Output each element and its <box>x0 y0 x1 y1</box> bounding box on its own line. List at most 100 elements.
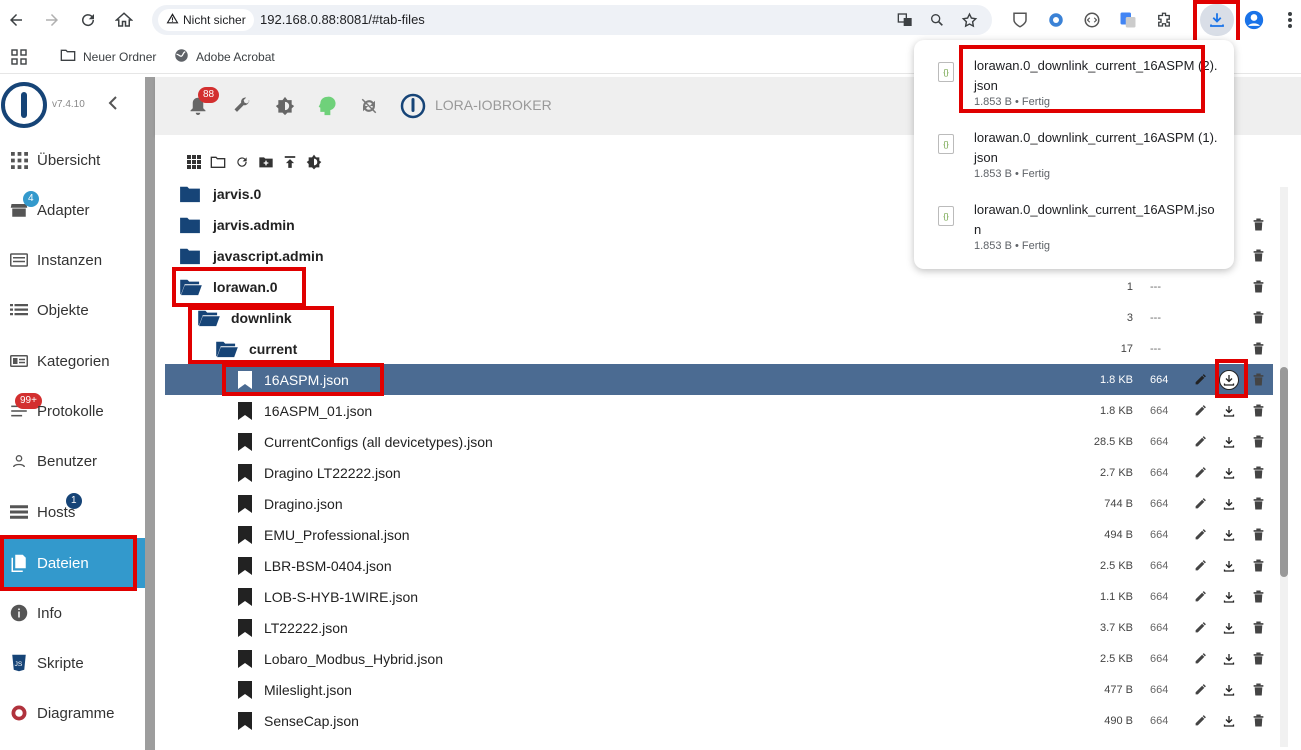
download-item[interactable]: {} lorawan.0_downlink_current_16ASPM (2)… <box>914 42 1234 114</box>
delete-icon[interactable] <box>1248 246 1268 266</box>
delete-icon[interactable] <box>1248 680 1268 700</box>
download-icon[interactable] <box>1219 587 1239 607</box>
file-row[interactable]: 16ASPM_01.json 1.8 KB 664 <box>165 395 1273 426</box>
file-row[interactable]: EMU_Professional.json 494 B 664 <box>165 519 1273 550</box>
download-item[interactable]: {} lorawan.0_downlink_current_16ASPM.jso… <box>914 186 1234 258</box>
sidebar-item-protokolle[interactable]: 99+ Protokolle <box>0 386 145 436</box>
edit-icon[interactable] <box>1190 618 1210 638</box>
sidebar-item-benutzer[interactable]: Benutzer <box>0 436 145 486</box>
file-row[interactable]: LOB-S-HYB-1WIRE.json 1.1 KB 664 <box>165 581 1273 612</box>
edit-icon[interactable] <box>1190 680 1210 700</box>
download-icon[interactable] <box>1219 494 1239 514</box>
edit-icon[interactable] <box>1190 556 1210 576</box>
edit-icon[interactable] <box>1190 525 1210 545</box>
delete-icon[interactable] <box>1248 401 1268 421</box>
back-icon[interactable] <box>4 8 28 32</box>
download-icon[interactable] <box>1219 618 1239 638</box>
zoom-icon[interactable] <box>928 11 946 29</box>
file-row[interactable]: Lobaro_Modbus_Hybrid.json 2.5 KB 664 <box>165 643 1273 674</box>
background-toggle-icon[interactable] <box>305 153 323 171</box>
google-translate-icon[interactable] <box>1117 9 1139 31</box>
sidebar-item-uebersicht[interactable]: Übersicht <box>0 135 145 185</box>
edit-icon[interactable] <box>1190 711 1210 731</box>
address-bar[interactable]: Nicht sicher 192.168.0.88:8081/#tab-file… <box>152 5 992 35</box>
delete-icon[interactable] <box>1248 215 1268 235</box>
download-icon[interactable] <box>1219 463 1239 483</box>
scrollbar-thumb[interactable] <box>1280 367 1288 577</box>
translate-icon[interactable] <box>896 11 914 29</box>
download-icon[interactable] <box>1219 556 1239 576</box>
sidebar-divider[interactable] <box>145 77 155 750</box>
download-icon[interactable] <box>1219 432 1239 452</box>
browser-menu-icon[interactable] <box>1279 9 1301 31</box>
delete-icon[interactable] <box>1248 556 1268 576</box>
delete-icon[interactable] <box>1248 277 1268 297</box>
delete-icon[interactable] <box>1248 432 1268 452</box>
security-chip[interactable]: Nicht sicher <box>158 9 254 31</box>
extensions-puzzle-icon[interactable] <box>1153 9 1175 31</box>
sidebar-item-diagramme[interactable]: Diagramme <box>0 688 145 738</box>
file-row[interactable]: CurrentConfigs (all devicetypes).json 28.… <box>165 426 1273 457</box>
sidebar-item-hosts[interactable]: 1 Hosts <box>0 487 145 537</box>
add-folder-icon[interactable] <box>257 153 275 171</box>
refresh-icon[interactable] <box>233 153 251 171</box>
sidebar-item-instanzen[interactable]: Instanzen <box>0 235 145 285</box>
delete-icon[interactable] <box>1248 649 1268 669</box>
restart-icon[interactable] <box>358 95 380 117</box>
sidebar-item-adapter[interactable]: 4 Adapter <box>0 185 145 235</box>
apps-grid-icon[interactable] <box>11 49 27 70</box>
folder-row[interactable]: downlink 3 --- <box>165 302 1273 333</box>
edit-icon[interactable] <box>1190 370 1210 390</box>
delete-icon[interactable] <box>1248 711 1268 731</box>
profile-avatar-icon[interactable] <box>1243 9 1265 31</box>
folder-row[interactable]: current 17 --- <box>165 333 1273 364</box>
delete-icon[interactable] <box>1248 370 1268 390</box>
edit-icon[interactable] <box>1190 463 1210 483</box>
wrench-icon[interactable] <box>231 95 253 117</box>
sidebar-item-info[interactable]: Info <box>0 588 145 638</box>
theme-icon[interactable] <box>274 95 296 117</box>
download-icon[interactable] <box>1219 401 1239 421</box>
delete-icon[interactable] <box>1248 587 1268 607</box>
file-row[interactable]: 16ASPM.json 1.8 KB 664 <box>165 364 1273 395</box>
sidebar-item-objekte[interactable]: Objekte <box>0 285 145 335</box>
reload-icon[interactable] <box>76 8 100 32</box>
bitwarden-icon[interactable] <box>1009 9 1031 31</box>
download-icon[interactable] <box>1219 649 1239 669</box>
downloads-icon[interactable] <box>1200 4 1234 36</box>
sidebar-item-dateien[interactable]: Dateien <box>0 538 145 588</box>
extension-code-icon[interactable] <box>1081 9 1103 31</box>
home-icon[interactable] <box>112 8 136 32</box>
delete-icon[interactable] <box>1248 494 1268 514</box>
edit-icon[interactable] <box>1190 432 1210 452</box>
upload-icon[interactable] <box>281 153 299 171</box>
file-row[interactable]: LBR-BSM-0404.json 2.5 KB 664 <box>165 550 1273 581</box>
delete-icon[interactable] <box>1248 308 1268 328</box>
delete-icon[interactable] <box>1248 618 1268 638</box>
extension-blue-icon[interactable] <box>1045 9 1067 31</box>
bookmark-new-folder[interactable]: Neuer Ordner <box>60 48 156 65</box>
folder-view-icon[interactable] <box>209 153 227 171</box>
bookmark-star-icon[interactable] <box>960 11 978 29</box>
edit-icon[interactable] <box>1190 401 1210 421</box>
collapse-sidebar-icon[interactable] <box>107 96 119 115</box>
delete-icon[interactable] <box>1248 339 1268 359</box>
download-item[interactable]: {} lorawan.0_downlink_current_16ASPM (1)… <box>914 114 1234 186</box>
delete-icon[interactable] <box>1248 463 1268 483</box>
file-row[interactable]: Dragino.json 744 B 664 <box>165 488 1273 519</box>
tile-view-icon[interactable] <box>185 153 203 171</box>
file-row[interactable]: Dragino LT22222.json 2.7 KB 664 <box>165 457 1273 488</box>
file-row[interactable]: SenseCap.json 490 B 664 <box>165 705 1273 736</box>
expert-mode-icon[interactable] <box>316 95 338 117</box>
edit-icon[interactable] <box>1190 649 1210 669</box>
delete-icon[interactable] <box>1248 525 1268 545</box>
folder-row[interactable]: lorawan.0 1 --- <box>165 271 1273 302</box>
edit-icon[interactable] <box>1190 587 1210 607</box>
edit-icon[interactable] <box>1190 494 1210 514</box>
download-icon[interactable] <box>1219 369 1239 390</box>
sidebar-item-skripte[interactable]: JS Skripte <box>0 638 145 688</box>
file-row[interactable]: LT22222.json 3.7 KB 664 <box>165 612 1273 643</box>
download-icon[interactable] <box>1219 711 1239 731</box>
download-icon[interactable] <box>1219 680 1239 700</box>
file-row[interactable]: Mileslight.json 477 B 664 <box>165 674 1273 705</box>
